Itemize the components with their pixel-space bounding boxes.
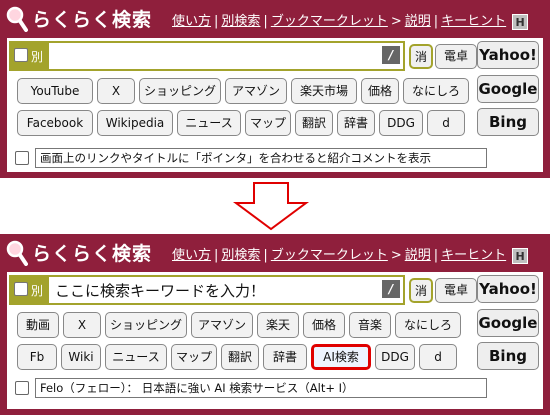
slash-button[interactable]: / [382,280,400,298]
search-input[interactable] [51,278,371,302]
slash-button[interactable]: / [382,46,400,64]
tooltip-row: Felo（フェロー）： 日本語に強い AI 検索サービス（Alt+ I） [15,378,487,398]
new-window-checkbox[interactable] [14,48,28,62]
nav-explain-link[interactable]: 説明 [405,14,431,29]
nav-alt-search-link[interactable]: 別検索 [221,14,260,29]
search-row: 別 / 消 電卓 [9,275,477,305]
search-panel: 別 / 消 電卓 Yahoo! Google Bing YouTube X ショ… [7,38,543,172]
calculator-button[interactable]: 電卓 [435,44,477,69]
new-window-checkbox[interactable] [14,282,28,296]
news-button[interactable]: ニュース [105,344,167,370]
rakuten-button[interactable]: 楽天 [257,312,299,338]
ddg-button[interactable]: DDG [379,110,423,136]
dictionary-button[interactable]: 辞書 [263,344,307,370]
music-button[interactable]: 音楽 [349,312,391,338]
new-window-toggle[interactable]: 別 [11,277,49,303]
d-button[interactable]: d [427,110,465,136]
kakaku-button[interactable]: 価格 [303,312,345,338]
shopping-button[interactable]: ショッピング [105,312,187,338]
x-button[interactable]: X [63,312,101,338]
app-title: らくらく検索 [32,243,153,265]
tooltip-row: 画面上のリンクやタイトルに「ポインタ」を合わせると紹介コメントを表示 [15,148,487,168]
search-panel: 別 / 消 電卓 Yahoo! Google Bing 動画 X ショッピング … [7,272,543,409]
nav-bookmarklet-link[interactable]: ブックマークレット [271,248,388,263]
dictionary-button[interactable]: 辞書 [337,110,375,136]
google-button[interactable]: Google [477,309,539,337]
header: らくらく検索 使い方 | 別検索 | ブックマークレット > 説明 | キーヒント H [0,234,550,272]
nanishiro-button[interactable]: なにしろ [403,78,469,104]
search-row: 別 / 消 電卓 [9,41,477,71]
shopping-button[interactable]: ショッピング [139,78,221,104]
google-button[interactable]: Google [477,75,539,103]
nav-keyhint-link[interactable]: キーヒント [441,14,506,29]
nav-explain-link[interactable]: 説明 [405,248,431,263]
rakuten-button[interactable]: 楽天市場 [291,78,357,104]
kakaku-button[interactable]: 価格 [361,78,399,104]
nav-usage-link[interactable]: 使い方 [172,248,211,263]
wikipedia-button[interactable]: Wikipedia [97,110,173,136]
after-panel: らくらく検索 使い方|別検索|ブックマークレット>説明|キーヒントH 別 / 消… [0,234,550,415]
header: らくらく検索 使い方 | 別検索 | ブックマークレット > 説明 | キーヒント H [0,0,550,38]
new-window-toggle[interactable]: 別 [11,43,49,69]
app-title: らくらく検索 [32,9,153,31]
d-button[interactable]: d [419,344,457,370]
search-input[interactable] [51,44,371,68]
down-arrow-icon [232,182,310,231]
map-button[interactable]: マップ [245,110,291,136]
ai-search-button[interactable]: AI検索 [311,344,371,370]
clear-button[interactable]: 消 [409,278,433,303]
calculator-button[interactable]: 電卓 [435,278,477,303]
clear-button[interactable]: 消 [409,44,433,69]
amazon-button[interactable]: アマゾン [225,78,287,104]
translate-button[interactable]: 翻訳 [221,344,259,370]
tooltip-text: 画面上のリンクやタイトルに「ポインタ」を合わせると紹介コメントを表示 [35,148,487,168]
nanishiro-button[interactable]: なにしろ [395,312,461,338]
magnifier-icon [6,240,28,266]
tooltip-text: Felo（フェロー）： 日本語に強い AI 検索サービス（Alt+ I） [35,378,487,398]
wiki-button[interactable]: Wiki [61,344,101,370]
help-badge[interactable]: H [512,13,529,30]
x-button[interactable]: X [97,78,135,104]
help-badge[interactable]: H [512,247,529,264]
translate-button[interactable]: 翻訳 [295,110,333,136]
facebook-button[interactable]: Facebook [17,110,93,136]
ddg-button[interactable]: DDG [375,344,415,370]
tooltip-toggle-checkbox[interactable] [15,381,29,395]
search-bar: 別 / [9,41,405,71]
bing-button[interactable]: Bing [477,108,539,136]
search-bar: 別 / [9,275,405,305]
top-nav: 使い方 | 別検索 | ブックマークレット > 説明 | キーヒント H [172,244,529,264]
video-button[interactable]: 動画 [17,312,59,338]
yahoo-button[interactable]: Yahoo! [477,275,539,303]
nav-usage-link[interactable]: 使い方 [172,14,211,29]
news-button[interactable]: ニュース [177,110,241,136]
amazon-button[interactable]: アマゾン [191,312,253,338]
bing-button[interactable]: Bing [477,342,539,370]
nav-alt-search-link[interactable]: 別検索 [221,248,260,263]
nav-bookmarklet-link[interactable]: ブックマークレット [271,14,388,29]
magnifier-icon [6,6,28,32]
tooltip-toggle-checkbox[interactable] [15,151,29,165]
yahoo-button[interactable]: Yahoo! [477,41,539,69]
before-panel: らくらく検索 使い方 | 別検索 | ブックマークレット > 説明 | キーヒント H 別 / 消… [0,0,550,178]
map-button[interactable]: マップ [171,344,217,370]
top-nav: 使い方 | 別検索 | ブックマークレット > 説明 | キーヒント H [172,10,529,30]
youtube-button[interactable]: YouTube [17,78,93,104]
facebook-button[interactable]: Fb [17,344,57,370]
nav-keyhint-link[interactable]: キーヒント [441,248,506,263]
